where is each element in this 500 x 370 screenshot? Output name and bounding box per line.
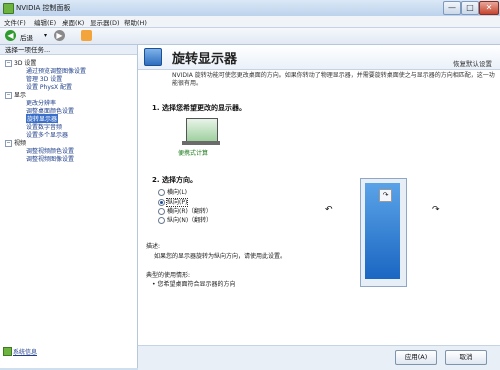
- tree-category-video[interactable]: 视频: [14, 138, 26, 147]
- system-info-icon: [3, 347, 12, 356]
- orientation-option-portrait-flipped[interactable]: 纵向(N)（翻转）: [158, 215, 212, 224]
- description-text: 如果您的显示器旋转为纵向方向，请使用此设置。: [154, 253, 287, 260]
- back-dropdown-icon[interactable]: ▾: [44, 32, 47, 39]
- content-header: 旋转显示器 恢复默认设置: [138, 45, 500, 70]
- page-title: 旋转显示器: [172, 52, 238, 67]
- radio-portrait[interactable]: [158, 199, 165, 206]
- rotate-display-icon: [144, 48, 162, 66]
- content-panel: 旋转显示器 恢复默认设置 NVIDIA 旋转功能可使您更改桌面的方向。如果你转动…: [138, 45, 500, 345]
- title-bar: NVIDIA 控制面板 — □ ✕: [0, 0, 500, 17]
- orientation-preview: ↷: [360, 178, 407, 287]
- display-label[interactable]: 便携式计算: [178, 148, 208, 157]
- bottom-action-bar: 应用(A) 取消: [138, 345, 500, 370]
- toolbar: ◀ 后退 ▾ ▶: [0, 28, 500, 45]
- cancel-button[interactable]: 取消: [445, 350, 487, 365]
- rotate-right-icon[interactable]: ↷: [432, 205, 440, 215]
- radio-portrait-flipped[interactable]: [158, 217, 165, 224]
- label-landscape-flipped: 横向(R)（翻转）: [167, 208, 212, 215]
- tree-item-video-image[interactable]: 调整视频图像设置: [26, 154, 74, 163]
- radio-landscape-flipped[interactable]: [158, 208, 165, 215]
- menu-display[interactable]: 显示器(D): [90, 17, 120, 27]
- radio-landscape[interactable]: [158, 189, 165, 196]
- step1-heading: 1. 选择您希望更改的显示器。: [152, 104, 246, 112]
- back-label[interactable]: 后退: [20, 32, 33, 42]
- maximize-button[interactable]: □: [461, 1, 479, 15]
- orientation-option-landscape[interactable]: 横向(L): [158, 187, 187, 196]
- menu-edit[interactable]: 编辑(E): [34, 17, 56, 27]
- back-arrow-icon[interactable]: ◀: [5, 30, 16, 41]
- close-button[interactable]: ✕: [479, 1, 499, 15]
- nvidia-app-icon: [3, 3, 14, 14]
- collapse-3d-icon[interactable]: −: [5, 60, 12, 67]
- task-pane-header: 选择一项任务...: [0, 45, 137, 55]
- minimize-button[interactable]: —: [443, 1, 461, 15]
- tree-item-physx[interactable]: 设置 PhysX 配置: [26, 82, 72, 91]
- laptop-display-icon[interactable]: [186, 118, 218, 142]
- label-landscape: 横向(L): [167, 189, 188, 196]
- collapse-display-icon[interactable]: −: [5, 92, 12, 99]
- step2-heading: 2. 选择方向。: [152, 176, 197, 184]
- rotate-left-icon[interactable]: ↶: [325, 205, 333, 215]
- tree-item-multi-display[interactable]: 设置多个显示器: [26, 130, 68, 139]
- description-title: 描述:: [146, 243, 161, 250]
- label-portrait: 纵向(P): [165, 198, 189, 207]
- laptop-base: [182, 141, 220, 145]
- collapse-video-icon[interactable]: −: [5, 140, 12, 147]
- menu-desktop[interactable]: 桌面(K): [62, 17, 84, 27]
- forward-arrow-icon[interactable]: ▶: [54, 30, 65, 41]
- menu-file[interactable]: 文件(F): [4, 17, 26, 27]
- task-tree-pane: 选择一项任务... − 3D 设置 通过预览调整图像设置 管理 3D 设置 设置…: [0, 45, 138, 368]
- usage-text: • 您希望桌面符合显示器的方向: [152, 281, 236, 288]
- window-title: NVIDIA 控制面板: [16, 4, 71, 12]
- orientation-option-portrait[interactable]: 纵向(P): [158, 197, 189, 207]
- restore-defaults-link[interactable]: 恢复默认设置: [453, 58, 492, 68]
- preview-rotate-icon: ↷: [379, 189, 392, 202]
- label-portrait-flipped: 纵向(N)（翻转）: [167, 217, 213, 224]
- tree-category-display[interactable]: 显示: [14, 90, 26, 99]
- home-icon[interactable]: [81, 30, 92, 41]
- usage-title: 典型的使用情形:: [146, 272, 191, 279]
- page-description: NVIDIA 旋转功能可使您更改桌面的方向。如果你转动了物理显示器，并需要旋转桌…: [172, 72, 495, 87]
- menu-help[interactable]: 帮助(H): [124, 17, 147, 27]
- apply-button[interactable]: 应用(A): [395, 350, 437, 365]
- orientation-option-landscape-flipped[interactable]: 横向(R)（翻转）: [158, 206, 212, 215]
- system-info-link[interactable]: 系统信息: [13, 347, 37, 356]
- menu-bar: 文件(F) 编辑(E) 桌面(K) 显示器(D) 帮助(H): [0, 16, 500, 28]
